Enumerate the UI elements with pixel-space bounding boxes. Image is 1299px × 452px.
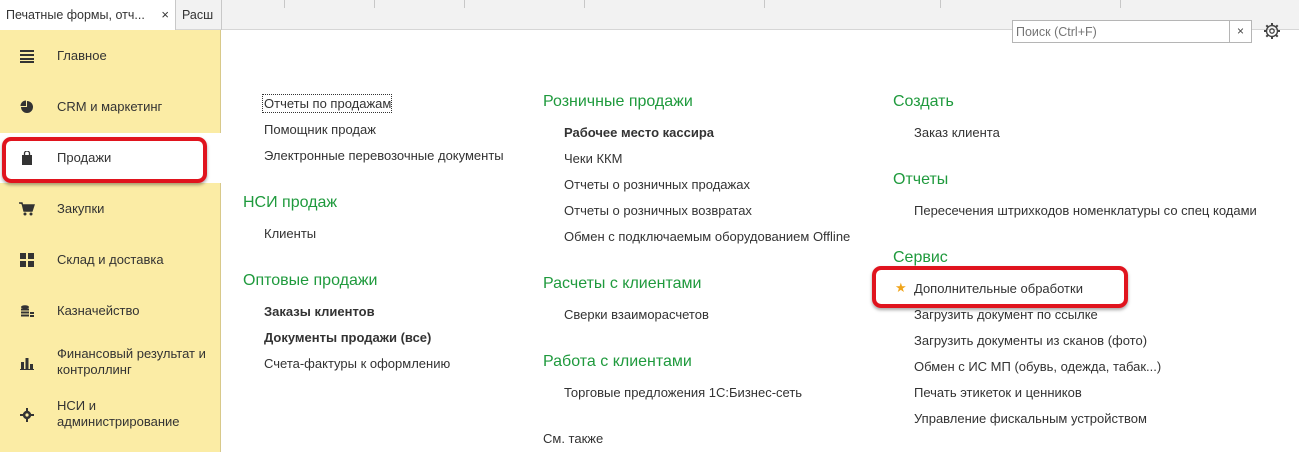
section-title-settlements: Расчеты с клиентами (543, 275, 702, 292)
sidebar-item-purchases[interactable]: Закупки (0, 184, 221, 234)
tab-print-forms[interactable]: Печатные формы, отч... × (0, 0, 176, 30)
link-clients[interactable]: Клиенты (264, 226, 316, 242)
section-title-wholesale: Оптовые продажи (243, 272, 378, 289)
section-title-nsi-sales: НСИ продаж (243, 194, 338, 211)
link-electronic-transport-docs[interactable]: Электронные перевозочные документы (264, 148, 504, 164)
link-fiscal-device[interactable]: Управление фискальным устройством (914, 411, 1147, 427)
tab-label: Печатные формы, отч... (6, 8, 145, 22)
link-sales-documents-all[interactable]: Документы продажи (все) (264, 330, 431, 346)
cart-icon (18, 200, 36, 218)
link-invoices-to-issue[interactable]: Счета-фактуры к оформлению (264, 356, 450, 372)
sidebar-item-label: Финансовый результат и контроллинг (57, 346, 206, 378)
section-title-service: Сервис (893, 249, 948, 266)
link-sales-assistant[interactable]: Помощник продаж (264, 122, 376, 138)
settings-gear-icon[interactable] (1263, 22, 1281, 40)
grid-icon (18, 251, 36, 269)
tab-divider (464, 0, 465, 8)
sidebar-item-label: Закупки (57, 201, 105, 216)
clear-search-button[interactable]: × (1229, 21, 1251, 42)
link-print-labels[interactable]: Печать этикеток и ценников (914, 385, 1082, 401)
sidebar-item-treasury[interactable]: Казначейство (0, 286, 221, 336)
search-box[interactable]: × (1012, 20, 1252, 43)
link-is-mp-exchange[interactable]: Обмен с ИС МП (обувь, одежда, табак...) (914, 359, 1161, 375)
sidebar-item-label: Склад и доставка (57, 252, 164, 267)
search-input[interactable] (1013, 21, 1231, 42)
sidebar-item-label: Казначейство (57, 303, 140, 318)
sidebar-item-crm[interactable]: CRM и маркетинг (0, 82, 221, 132)
section-title-reports: Отчеты (893, 171, 949, 188)
tab-divider (764, 0, 765, 8)
link-reconciliations[interactable]: Сверки взаиморасчетов (564, 307, 709, 323)
link-retail-returns-reports[interactable]: Отчеты о розничных возвратах (564, 203, 752, 219)
sidebar: Главное CRM и маркетинг Продажи Закупки … (0, 30, 221, 452)
link-load-from-scans[interactable]: Загрузить документы из сканов (фото) (914, 333, 1147, 349)
tab-label: Расш (182, 8, 214, 22)
sidebar-item-label-line2: администрирование (57, 414, 180, 429)
sidebar-item-label: НСИ и администрирование (57, 398, 180, 430)
link-sales-reports[interactable]: Отчеты по продажам (264, 96, 391, 112)
link-create-client-order[interactable]: Заказ клиента (914, 125, 1000, 141)
link-kkm-receipts[interactable]: Чеки ККМ (564, 151, 622, 167)
highlight-frame-sales (2, 137, 207, 183)
section-title-client-work: Работа с клиентами (543, 353, 692, 370)
tab-divider (374, 0, 375, 8)
sidebar-item-label-line2: контроллинг (57, 362, 132, 377)
bar-chart-icon (18, 354, 36, 372)
section-title-create: Создать (893, 93, 954, 110)
coins-icon (18, 302, 36, 320)
pie-chart-icon (18, 98, 36, 116)
link-retail-sales-reports[interactable]: Отчеты о розничных продажах (564, 177, 750, 193)
link-trade-offers[interactable]: Торговые предложения 1С:Бизнес-сеть (564, 385, 802, 401)
link-load-document-by-link[interactable]: Загрузить документ по ссылке (914, 307, 1098, 323)
link-offline-equipment-exchange[interactable]: Обмен с подключаемым оборудованием Offli… (564, 229, 850, 245)
tab-divider (940, 0, 941, 8)
tab-divider (1120, 0, 1121, 8)
link-barcode-intersections[interactable]: Пересечения штрихкодов номенклатуры со с… (914, 203, 1257, 219)
highlight-frame-additional-processing (872, 266, 1128, 308)
sidebar-item-label: CRM и маркетинг (57, 99, 163, 114)
sidebar-item-label-line1: Финансовый результат и (57, 346, 206, 361)
tab-extensions[interactable]: Расш (176, 0, 222, 30)
sidebar-item-warehouse[interactable]: Склад и доставка (0, 235, 221, 285)
sidebar-item-nsi-admin[interactable]: НСИ и администрирование (0, 389, 221, 441)
sidebar-item-finance[interactable]: Финансовый результат и контроллинг (0, 337, 221, 389)
close-icon[interactable]: × (161, 0, 169, 30)
sidebar-item-label-line1: НСИ и (57, 398, 96, 413)
section-title-retail: Розничные продажи (543, 93, 693, 110)
menu-lines-icon (18, 47, 36, 65)
sidebar-item-main[interactable]: Главное (0, 31, 221, 81)
gear-icon (18, 406, 36, 424)
sidebar-item-label: Главное (57, 48, 107, 63)
link-cashier-workplace[interactable]: Рабочее место кассира (564, 125, 714, 141)
tab-divider (584, 0, 585, 8)
tab-divider (284, 0, 285, 8)
link-see-also[interactable]: См. также (543, 431, 603, 447)
link-client-orders[interactable]: Заказы клиентов (264, 304, 375, 320)
